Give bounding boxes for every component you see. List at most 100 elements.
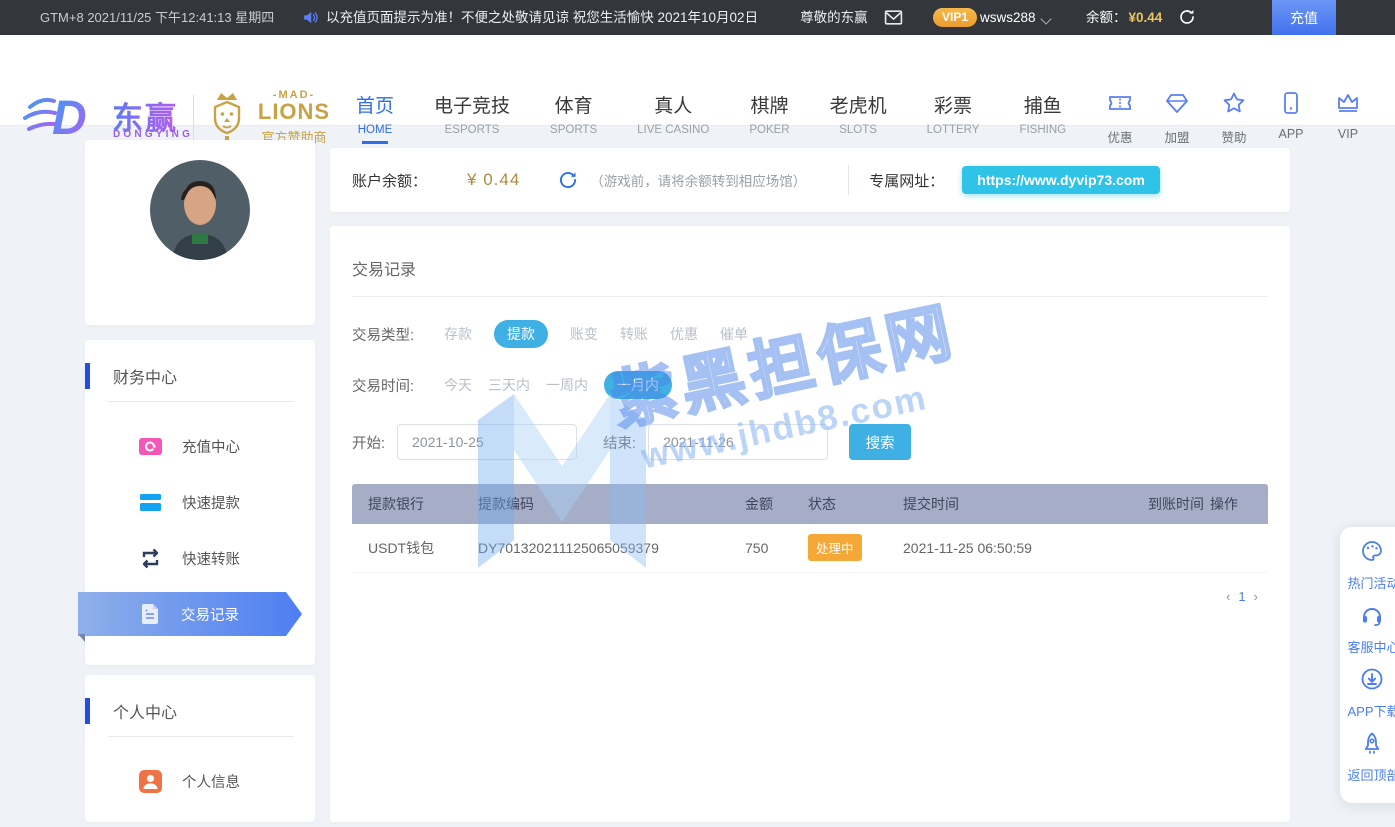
section-title-text: 财务中心 — [113, 370, 177, 387]
personal-menu: 个人信息 — [85, 737, 315, 809]
float-item-customer-service[interactable]: 客服中心 — [1340, 603, 1395, 656]
nav-item-sports[interactable]: 体育SPORTS — [550, 91, 597, 144]
type-option-transfer[interactable]: 转账 — [620, 324, 648, 344]
nav-label-en: SLOTS — [830, 124, 887, 136]
underline — [940, 141, 966, 144]
col-submit-time: 提交时间 — [903, 484, 1148, 524]
time-option-3days[interactable]: 三天内 — [488, 375, 530, 395]
account-balance-label: 账户余额： — [352, 170, 427, 191]
personal-section-title: 个人中心 — [85, 675, 315, 723]
nav-label-zh: 体育 — [550, 91, 597, 118]
type-option-reminder[interactable]: 催单 — [720, 324, 748, 344]
refresh-balance-icon[interactable] — [558, 170, 578, 190]
underline — [1030, 141, 1056, 144]
nav-label-zh: 捕鱼 — [1019, 91, 1066, 118]
time-option-today[interactable]: 今天 — [444, 375, 472, 395]
nav-label-en: LOTTERY — [927, 124, 980, 136]
nav-item-fishing[interactable]: 捕鱼 FISHING — [1019, 91, 1066, 144]
next-page-arrow[interactable]: › — [1254, 589, 1258, 604]
main-navbar: D 东赢 DONGYING -MAD- LIONS 官方赞助商 首页HOME 电… — [0, 35, 1395, 125]
mail-icon[interactable] — [884, 9, 903, 31]
type-option-withdraw-selected[interactable]: 提款 — [494, 320, 548, 348]
headset-icon — [1360, 603, 1384, 627]
end-date-input[interactable] — [648, 424, 828, 460]
time-option-week[interactable]: 一周内 — [546, 375, 588, 395]
underline — [459, 141, 485, 144]
vip-level-badge: VIP1 — [933, 8, 977, 27]
diamond-icon — [1164, 90, 1190, 116]
time-filter-label: 交易时间: — [352, 375, 444, 396]
nav-label-zh: 棋牌 — [749, 91, 789, 118]
balance-note: （游戏前，请将余额转到相应场馆） — [590, 170, 806, 190]
sidebar-item-transaction-records[interactable]: 交易记录 — [78, 592, 302, 636]
sidebar-item-label: 充值中心 — [182, 436, 240, 457]
topbar: GTM+8 2021/11/25 下午12:41:13 星期四 以充值页面提示为… — [0, 0, 1395, 35]
exclusive-url-label: 专属网址： — [869, 170, 944, 191]
page: GTM+8 2021/11/25 下午12:41:13 星期四 以充值页面提示为… — [0, 0, 1395, 827]
palette-icon — [1360, 539, 1384, 563]
sidebar-item-quick-withdraw[interactable]: 快速提款 — [85, 474, 315, 530]
transfer-arrows-icon — [138, 546, 163, 571]
underline — [756, 141, 782, 144]
speaker-icon — [302, 9, 319, 31]
recharge-button[interactable]: 充值 — [1272, 0, 1336, 35]
sidebar-item-label: 个人信息 — [182, 771, 240, 792]
type-option-account-change[interactable]: 账变 — [570, 324, 598, 344]
svg-text:D: D — [52, 92, 87, 145]
col-code: 提款编码 — [478, 484, 745, 524]
float-item-back-to-top[interactable]: 返回顶部 — [1340, 731, 1395, 784]
table-header-row: 提款银行 提款编码 金额 状态 提交时间 到账时间 操作 — [352, 484, 1268, 524]
page-number[interactable]: 1 — [1238, 589, 1245, 604]
refresh-balance-icon[interactable] — [1178, 8, 1196, 31]
start-date-input[interactable] — [397, 424, 577, 460]
cell-arrive-time — [1148, 524, 1210, 572]
prev-page-arrow[interactable]: ‹ — [1226, 589, 1230, 604]
nav-label-zh: 真人 — [637, 91, 709, 118]
document-icon — [138, 602, 162, 626]
pagination: ‹ 1 › — [352, 589, 1268, 604]
date-range-row: 开始: 结束: 搜索 — [352, 424, 1268, 460]
person-icon — [138, 769, 163, 794]
nav-item-home[interactable]: 首页HOME — [356, 91, 394, 144]
float-item-label: 返回顶部 — [1340, 765, 1395, 784]
chevron-down-icon[interactable] — [1040, 13, 1051, 24]
nav-item-vip[interactable]: VIP — [1330, 90, 1366, 146]
sidebar-item-quick-transfer[interactable]: 快速转账 — [85, 530, 315, 586]
nav-item-promotions[interactable]: 优惠 — [1102, 90, 1138, 146]
nav-item-affiliate[interactable]: 加盟 — [1159, 90, 1195, 146]
sidebar-item-label: 快速提款 — [182, 492, 240, 513]
time-option-month-selected[interactable]: 一月内 — [604, 371, 672, 399]
cell-status: 处理中 — [808, 524, 903, 572]
nav-item-lottery[interactable]: 彩票LOTTERY — [927, 91, 980, 144]
exclusive-url-badge[interactable]: https://www.dyvip73.com — [962, 166, 1160, 194]
nav-label-en: FISHING — [1019, 124, 1066, 136]
transaction-time-filter: 交易时间: 今天 三天内 一周内 一月内 — [352, 371, 1268, 399]
nav-item-poker[interactable]: 棋牌POKER — [749, 91, 789, 144]
sidebar-item-recharge-center[interactable]: 充值中心 — [85, 418, 315, 474]
nav-label-en: LIVE CASINO — [637, 124, 709, 136]
nav-item-live-casino[interactable]: 真人 LIVE CASINO — [637, 91, 709, 144]
avatar[interactable] — [150, 160, 250, 260]
personal-center-card: 个人中心 个人信息 — [85, 675, 315, 822]
ribbon-fold — [78, 634, 85, 642]
col-arrive-time: 到账时间 — [1148, 484, 1210, 524]
nav-label-en: HOME — [356, 124, 394, 136]
username[interactable]: wsws288 — [980, 0, 1036, 35]
nav-label-en: ESPORTS — [434, 124, 510, 136]
float-item-app-download[interactable]: APP下载 — [1340, 667, 1395, 720]
type-option-promo[interactable]: 优惠 — [670, 324, 698, 344]
nav-item-app[interactable]: APP — [1273, 90, 1309, 146]
nav-item-slots[interactable]: 老虎机SLOTS — [830, 91, 887, 144]
announcement-text-2: 尊敬的东赢 — [800, 0, 868, 35]
type-option-deposit[interactable]: 存款 — [444, 324, 472, 344]
sidebar-item-label: 快速转账 — [182, 548, 240, 569]
nav-item-sponsor[interactable]: 赞助 — [1216, 90, 1252, 146]
float-item-label: 热门活动 — [1340, 573, 1395, 592]
star-icon — [1221, 90, 1247, 116]
search-button[interactable]: 搜索 — [849, 424, 911, 460]
nav-item-esports[interactable]: 电子竞技ESPORTS — [434, 91, 510, 144]
float-item-hot-activities[interactable]: 热门活动 — [1340, 539, 1395, 592]
balance-label: 余额： — [1086, 10, 1127, 25]
sidebar-item-personal-info[interactable]: 个人信息 — [85, 753, 315, 809]
floating-side-panel: 热门活动 客服中心 APP下载 返回顶部 — [1340, 527, 1395, 803]
